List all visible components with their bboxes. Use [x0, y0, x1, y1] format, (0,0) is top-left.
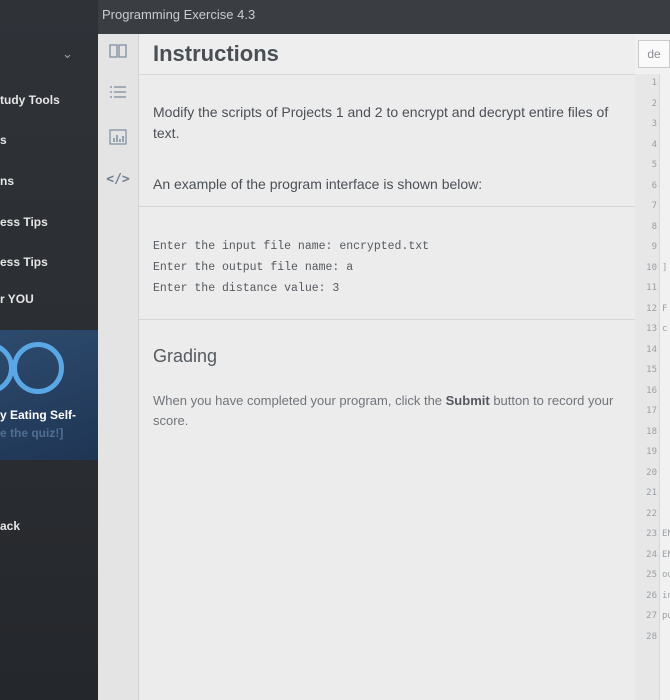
line-number: 23: [646, 529, 657, 539]
line-number: 26: [646, 590, 657, 601]
page-title: Instructions: [153, 41, 279, 66]
divider: [139, 319, 635, 320]
line-number: 3: [651, 119, 657, 129]
line-number: 19: [646, 447, 657, 457]
instruction-paragraph: Modify the scripts of Projects 1 and 2 t…: [153, 104, 609, 141]
example-code-block: Enter the input file name: encrypted.txt…: [153, 236, 429, 299]
line-number: 5: [651, 160, 657, 170]
book-icon[interactable]: [98, 43, 138, 62]
sidebar-item-for-you[interactable]: r YOU: [0, 292, 34, 306]
top-bar: Programming Exercise 4.3: [98, 0, 670, 34]
sidebar-item-2[interactable]: s: [0, 133, 7, 147]
line-number: 28: [646, 631, 657, 642]
editor-file-tab[interactable]: de: [638, 40, 670, 68]
line-number: 15: [646, 365, 657, 375]
promo-card[interactable]: y Eating Self- e the quiz!]: [0, 330, 98, 460]
sidebar-item-back[interactable]: ack: [0, 519, 20, 533]
code-icon[interactable]: </>: [98, 172, 138, 187]
promo-subtitle: e the quiz!]: [0, 426, 64, 440]
line-number: 10: [646, 262, 657, 273]
line-number: 18: [646, 426, 657, 437]
line-number: 7: [651, 201, 657, 211]
chevron-down-icon[interactable]: ⌄: [62, 46, 73, 62]
line-number: 9: [651, 242, 657, 252]
code-fragment: ou: [662, 570, 670, 580]
bar-chart-icon[interactable]: [98, 129, 138, 148]
sidebar-item-3[interactable]: ns: [0, 174, 14, 188]
submit-reference: Submit: [445, 393, 490, 408]
code-fragment: ]: [662, 262, 668, 273]
code-fragment: in: [662, 590, 670, 601]
grading-text: When you have completed your program, cl…: [153, 391, 618, 431]
list-icon[interactable]: [98, 84, 138, 103]
code-fragment: F: [662, 303, 668, 314]
exercise-title: Programming Exercise 4.3: [102, 7, 256, 22]
line-number: 25: [646, 570, 657, 580]
line-number: 8: [651, 221, 657, 232]
line-number: 12: [646, 303, 657, 314]
line-number: 14: [646, 344, 657, 355]
tool-rail: </>: [98, 34, 139, 700]
example-intro: An example of the program interface is s…: [153, 176, 483, 192]
code-fragment: EN: [662, 549, 670, 560]
line-number: 17: [646, 406, 657, 416]
line-number-gutter: 1 2 3 4 5 6 7 8 9 10 11 12 13 14 15 16 17 18 19 20 21 22 23 24 2…: [635, 74, 660, 700]
sidebar-item-success-tips-1[interactable]: ess Tips: [0, 215, 48, 229]
line-number: 21: [646, 488, 657, 498]
code-line: Enter the output file name: a: [153, 261, 354, 274]
instructions-header: Instructions: [139, 34, 635, 75]
line-number: 4: [651, 139, 657, 150]
line-number: 6: [651, 180, 657, 191]
line-number: 2: [651, 98, 657, 109]
course-sidebar: ⌄ tudy Tools s ns ess Tips ess Tips r YO…: [0, 0, 98, 700]
code-fragment: pu: [662, 611, 670, 621]
ring-graphic: [12, 342, 64, 394]
line-number: 24: [646, 549, 657, 560]
promo-title: y Eating Self-: [0, 408, 77, 422]
line-number: 22: [646, 508, 657, 519]
code-line: Enter the distance value: 3: [153, 282, 340, 295]
line-number: 1: [651, 78, 657, 88]
grading-heading: Grading: [153, 346, 218, 366]
divider: [139, 206, 635, 207]
code-line: Enter the input file name: encrypted.txt: [153, 240, 430, 253]
line-number: 11: [646, 283, 657, 293]
code-editor[interactable]: de 1 2 3 4 5 6 7 8 9 10 11 12 13 14 15 16 17 18 19 20 21 22 23…: [635, 34, 670, 700]
instructions-panel: </> Instructions Modify the scripts of P…: [98, 34, 635, 700]
line-number: 20: [646, 467, 657, 478]
line-number: 16: [646, 385, 657, 396]
code-fragment: c: [662, 324, 668, 334]
line-number: 27: [646, 611, 657, 621]
grading-text-start: When you have completed your program, cl…: [153, 393, 446, 408]
code-fragment: EN: [662, 529, 670, 539]
line-number: 13: [646, 324, 657, 334]
sidebar-item-success-tips-2[interactable]: ess Tips: [0, 255, 48, 269]
sidebar-item-study-tools[interactable]: tudy Tools: [0, 93, 60, 107]
